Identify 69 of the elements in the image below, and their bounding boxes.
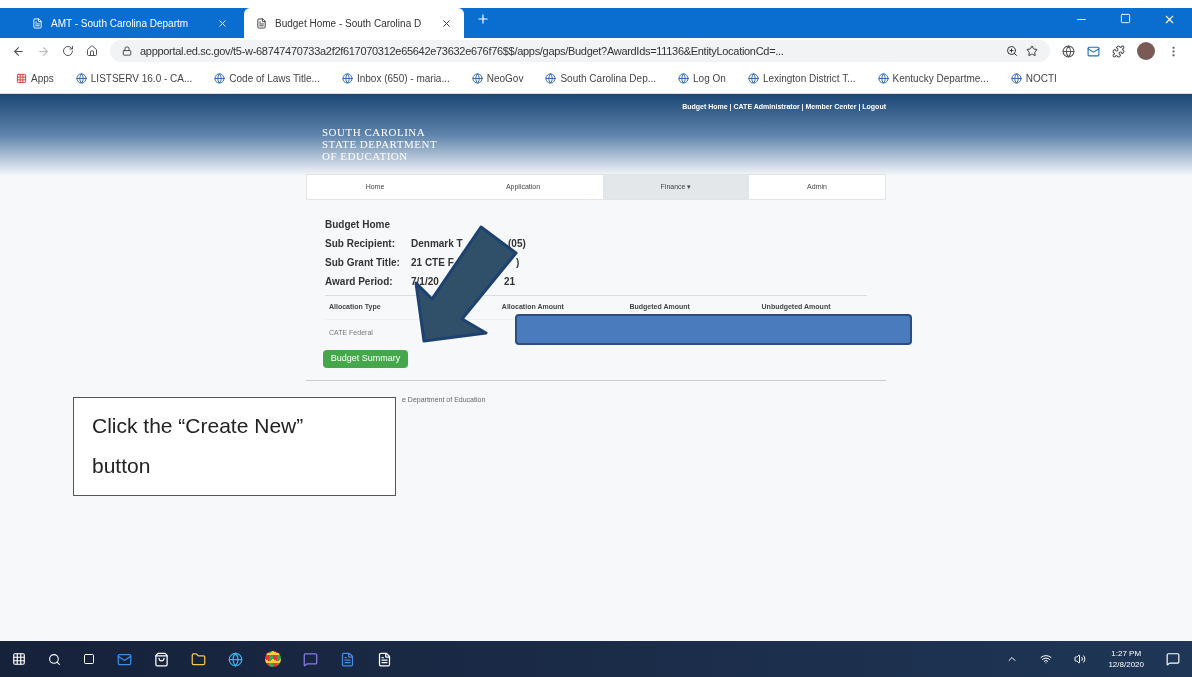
notifications-icon[interactable] (1166, 652, 1180, 666)
field-label: Sub Grant Title: (325, 256, 401, 270)
avatar[interactable] (1137, 42, 1155, 60)
lock-icon (122, 46, 132, 56)
bookmark[interactable]: Lexington District T... (747, 71, 856, 86)
folder-icon[interactable] (191, 651, 206, 667)
back-icon[interactable] (12, 44, 25, 58)
bookmark[interactable]: Kentucky Departme... (877, 71, 989, 86)
address-bar[interactable]: appportal.ed.sc.gov/t5-w-68747470733a2f2f617070312e65642e73632e676f76$$/apps/gaps/Budget?AwardIds=11136&EntityLocationCd=... (110, 40, 1050, 62)
browser-icon[interactable] (228, 651, 243, 667)
clock-time[interactable]: 1:27 PM (1111, 648, 1142, 659)
field-value: (05) (508, 237, 526, 251)
page-icon (32, 17, 43, 29)
site-icon (75, 73, 87, 84)
restore-icon[interactable] (1120, 12, 1131, 24)
bookmark[interactable]: NOCTI (1010, 71, 1057, 86)
task-view-icon[interactable] (83, 653, 95, 665)
page-icon (256, 17, 267, 29)
mail-app-icon[interactable] (117, 651, 132, 667)
site-icon (471, 73, 483, 84)
network-icon[interactable] (1040, 653, 1053, 665)
field-value: 21 (504, 275, 516, 289)
field-label: Award Period: (325, 275, 394, 289)
bookmark[interactable]: Apps (16, 71, 54, 86)
extension-icon[interactable] (1087, 44, 1100, 58)
field-label: Sub Recipient: (325, 237, 396, 251)
extensions-icon[interactable] (1112, 44, 1125, 58)
logo-text: SOUTH CAROLINA (322, 126, 427, 138)
bookmark[interactable]: Inbox (650) - maria... (341, 71, 450, 86)
logo-text: STATE DEPARTMENT (322, 138, 438, 150)
reload-icon[interactable] (62, 45, 74, 57)
volume-icon[interactable] (1074, 653, 1087, 665)
home-icon[interactable] (86, 45, 98, 57)
browser-tab[interactable]: Budget Home - South Carolina D (244, 8, 464, 38)
new-tab-icon[interactable] (476, 12, 490, 26)
site-icon (1010, 73, 1022, 84)
site-icon (747, 73, 759, 84)
site-icon (214, 73, 226, 84)
bookmark[interactable]: NeoGov (471, 71, 524, 86)
chat-app-icon[interactable] (303, 651, 318, 667)
field-value: 7/1/20 (411, 276, 439, 287)
field-value: ) (516, 256, 520, 270)
close-icon[interactable] (217, 17, 228, 29)
callout-text: Click the “Create New” button (92, 413, 305, 479)
field-value: 21 CTE F (411, 257, 454, 268)
tab-title: Budget Home - South Carolina D (275, 16, 423, 31)
bookmark[interactable]: Code of Laws Title... (214, 71, 320, 86)
site-icon (678, 73, 690, 84)
zoom-icon[interactable] (1006, 45, 1018, 57)
field-value: Denmark T (411, 238, 463, 249)
store-icon[interactable] (154, 651, 169, 667)
bookmark[interactable]: Log On (678, 71, 726, 86)
apps-icon (16, 73, 27, 84)
document-app-icon[interactable] (340, 651, 355, 667)
site-icon (877, 73, 889, 84)
bookmark[interactable]: LISTSERV 16.0 - CA... (75, 71, 193, 86)
page-title: Budget Home (325, 218, 391, 232)
url-text: appportal.ed.sc.gov/t5-w-68747470733a2f2f617070312e65642e73632e676f76$$/apps/gaps/Budget?AwardIds=11136&EntityLocationCd=... (140, 43, 785, 59)
clock-date[interactable]: 12/8/2020 (1108, 659, 1144, 670)
logo-text: OF EDUCATION (322, 150, 409, 162)
site-icon (341, 73, 353, 84)
start-icon[interactable] (12, 652, 26, 666)
tab-title: AMT - South Carolina Departm (51, 16, 190, 31)
close-icon[interactable] (441, 17, 452, 29)
bookmark[interactable]: South Carolina Dep... (545, 71, 657, 86)
extension-icon[interactable] (1062, 44, 1075, 58)
search-icon[interactable] (48, 652, 61, 666)
bookmark-star-icon[interactable] (1026, 45, 1038, 57)
site-icon (545, 73, 557, 84)
